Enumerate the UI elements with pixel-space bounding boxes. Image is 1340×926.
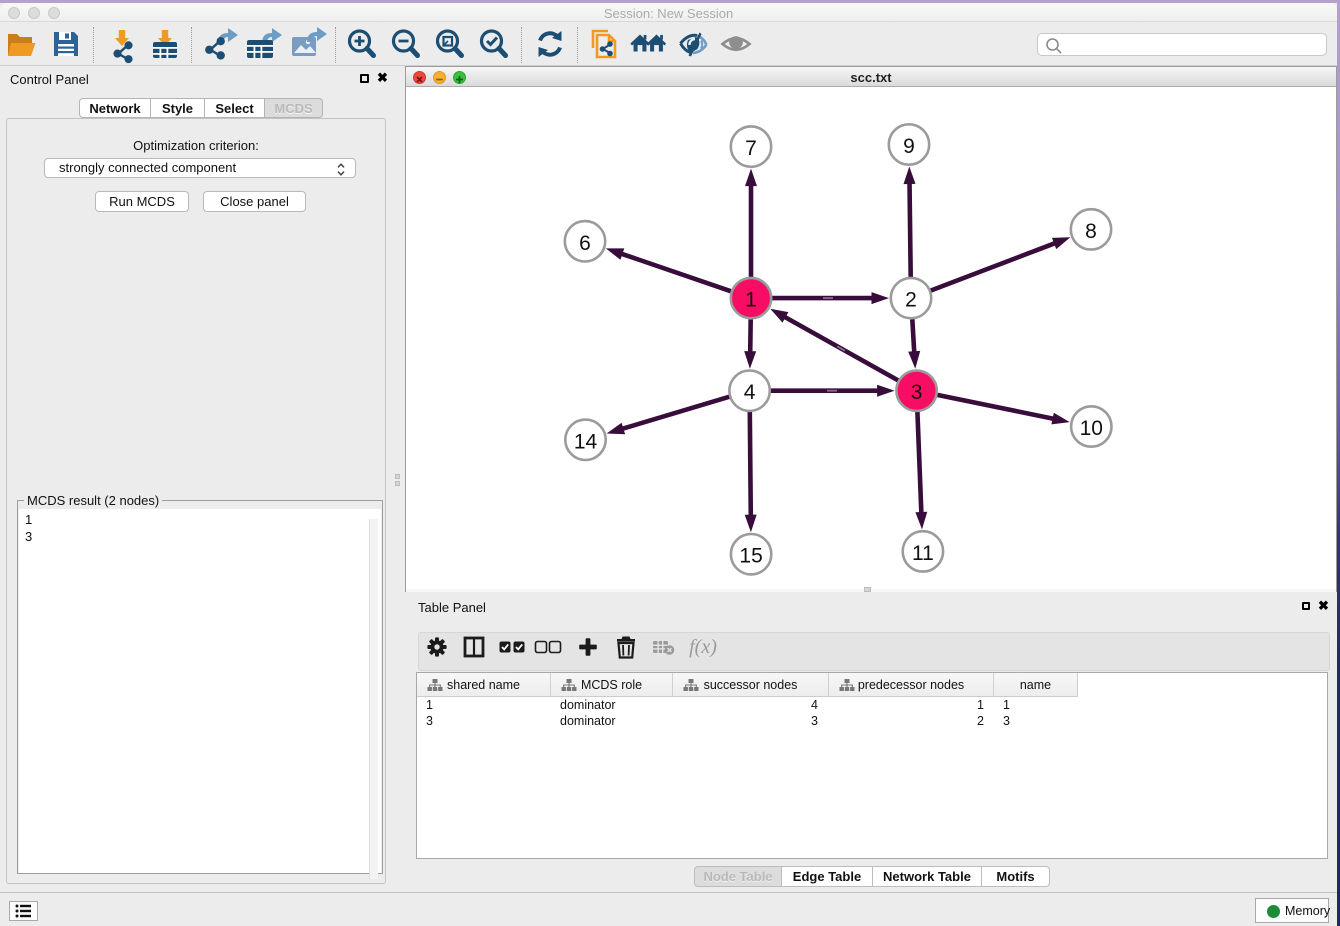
svg-text:6: 6 xyxy=(579,232,591,255)
svg-text:7: 7 xyxy=(745,137,757,160)
svg-text:14: 14 xyxy=(574,430,598,453)
svg-text:3: 3 xyxy=(911,381,923,404)
svg-text:8: 8 xyxy=(1085,220,1097,243)
svg-text:15: 15 xyxy=(739,545,762,568)
svg-text:f(x): f(x) xyxy=(689,636,717,658)
svg-text:9: 9 xyxy=(903,135,915,158)
svg-text:2: 2 xyxy=(905,289,917,312)
svg-text:11: 11 xyxy=(912,542,934,565)
svg-text:4: 4 xyxy=(744,381,756,404)
svg-text:10: 10 xyxy=(1080,417,1103,440)
svg-text:1: 1 xyxy=(745,289,757,312)
